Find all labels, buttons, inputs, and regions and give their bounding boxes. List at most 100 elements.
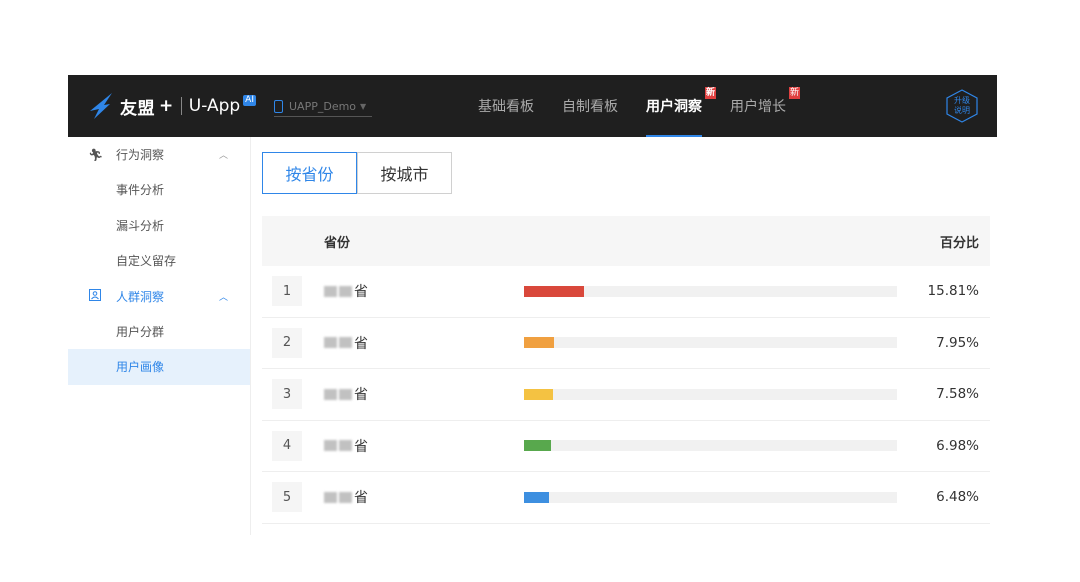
rank-badge: 1 xyxy=(272,276,302,307)
province-table: 省份 百分比 1 省 15.81% 2 省 7.95% 3 省 7.58% 4 省 6.98% 5 省 6.… xyxy=(262,216,990,524)
sidebar-group-label: 行为洞察 xyxy=(116,148,165,162)
person-card-icon xyxy=(88,288,102,304)
main-content: 按省份 按城市 省份 百分比 1 省 15.81% 2 省 7.95% 3 省 7.58% 4 省 6… xyxy=(262,137,997,535)
nav-label: 自制看板 xyxy=(562,99,618,115)
redacted-mark xyxy=(339,388,352,400)
sidebar-item-label: 用户画像 xyxy=(116,360,165,375)
top-nav: 基础看板 自制看板 用户洞察 新 用户增长 新 xyxy=(478,75,814,137)
redacted-mark xyxy=(324,491,337,503)
percent-bar-fill xyxy=(524,440,551,452)
nav-label: 用户增长 xyxy=(730,99,786,115)
sidebar-item-user-segments[interactable]: 用户分群 xyxy=(68,314,250,350)
table-row: 4 省 6.98% xyxy=(262,421,990,472)
percent-value: 6.48% xyxy=(936,489,979,506)
app-selector-value: UAPP_Demo xyxy=(289,100,357,113)
redacted-mark xyxy=(339,337,352,349)
percent-bar-fill xyxy=(524,337,555,349)
nav-label: 基础看板 xyxy=(478,99,534,115)
chevron-up-icon: ︿ xyxy=(218,151,228,161)
sidebar-group-behavior[interactable]: 🏃︎ 行为洞察 ︿ xyxy=(68,137,250,172)
sidebar-item-label: 自定义留存 xyxy=(116,254,177,269)
by-province-button[interactable]: 按省份 xyxy=(262,152,357,194)
sidebar-item-label: 漏斗分析 xyxy=(116,218,165,233)
redacted-mark xyxy=(324,440,337,452)
sidebar-item-funnel-analysis[interactable]: 漏斗分析 xyxy=(68,208,250,244)
sidebar: 🏃︎ 行为洞察 ︿ 事件分析 漏斗分析 自定义留存 人群洞察 ︿ 用户分群 用户… xyxy=(68,137,251,535)
province-cell: 省 xyxy=(324,487,368,507)
sidebar-item-label: 用户分群 xyxy=(116,324,165,339)
top-bar: 友盟 + U-App AI UAPP_Demo ▼ 基础看板 自制看板 用户洞察… xyxy=(68,75,997,137)
ai-badge: AI xyxy=(243,94,256,106)
table-row: 2 省 7.95% xyxy=(262,318,990,369)
province-cell: 省 xyxy=(324,281,368,301)
percent-value: 7.95% xyxy=(936,334,979,351)
rank-badge: 2 xyxy=(272,327,302,358)
table-row: 3 省 7.58% xyxy=(262,369,990,421)
province-suffix: 省 xyxy=(354,438,368,455)
region-toggle: 按省份 按城市 xyxy=(262,152,452,194)
running-icon: 🏃︎ xyxy=(88,147,104,162)
percent-value: 7.58% xyxy=(936,386,979,403)
redacted-mark xyxy=(324,285,337,297)
upgrade-line2: 说明 xyxy=(954,106,970,115)
chevron-up-icon: ︿ xyxy=(218,292,228,303)
rank-badge: 5 xyxy=(272,482,302,513)
sidebar-item-user-profile[interactable]: 用户画像 xyxy=(68,349,250,385)
province-cell: 省 xyxy=(324,333,368,353)
column-header-province: 省份 xyxy=(324,235,351,251)
province-suffix: 省 xyxy=(354,335,368,352)
sidebar-item-custom-retention[interactable]: 自定义留存 xyxy=(68,243,250,279)
umeng-logo-icon xyxy=(90,93,112,119)
table-row: 1 省 15.81% xyxy=(262,266,990,318)
brand-name: 友盟 xyxy=(120,98,155,119)
redacted-mark xyxy=(324,337,337,349)
upgrade-info-button[interactable]: 升级 说明 xyxy=(945,89,979,123)
percent-value: 15.81% xyxy=(927,283,979,300)
percent-bar-fill xyxy=(524,491,549,503)
nav-basic-dashboard[interactable]: 基础看板 xyxy=(478,75,534,137)
nav-label: 用户洞察 xyxy=(646,99,702,115)
percent-bar-track xyxy=(524,388,897,400)
new-badge: 新 xyxy=(788,87,800,99)
redacted-mark xyxy=(339,285,352,297)
new-badge: 新 xyxy=(704,87,716,99)
logo[interactable]: 友盟 + U-App AI xyxy=(88,75,256,137)
nav-user-insight[interactable]: 用户洞察 新 xyxy=(646,75,716,137)
phone-icon xyxy=(274,100,283,113)
sidebar-group-audience[interactable]: 人群洞察 ︿ xyxy=(68,279,250,314)
table-row: 5 省 6.48% xyxy=(262,472,990,524)
province-suffix: 省 xyxy=(354,284,368,301)
logo-divider xyxy=(180,97,182,115)
app-selector[interactable]: UAPP_Demo ▼ xyxy=(274,97,372,117)
sidebar-item-event-analysis[interactable]: 事件分析 xyxy=(68,172,250,208)
redacted-mark xyxy=(324,388,337,400)
rank-badge: 4 xyxy=(272,430,302,461)
by-city-button[interactable]: 按城市 xyxy=(357,152,452,194)
table-body: 1 省 15.81% 2 省 7.95% 3 省 7.58% 4 省 6.98% 5 省 6.48% xyxy=(262,266,990,524)
nav-user-growth[interactable]: 用户增长 新 xyxy=(730,75,800,137)
percent-bar-track xyxy=(524,337,897,349)
brand-plus: + xyxy=(159,96,174,116)
chevron-down-icon: ▼ xyxy=(360,102,367,111)
province-cell: 省 xyxy=(324,384,368,404)
percent-value: 6.98% xyxy=(936,437,979,454)
column-header-percent: 百分比 xyxy=(939,235,979,251)
percent-bar-fill xyxy=(524,388,553,400)
province-suffix: 省 xyxy=(354,387,368,404)
nav-custom-dashboard[interactable]: 自制看板 xyxy=(562,75,618,137)
percent-bar-track xyxy=(524,285,897,297)
app-window: 友盟 + U-App AI UAPP_Demo ▼ 基础看板 自制看板 用户洞察… xyxy=(68,75,997,535)
redacted-mark xyxy=(339,491,352,503)
province-cell: 省 xyxy=(324,436,368,456)
percent-bar-track xyxy=(524,491,897,503)
sidebar-group-label: 人群洞察 xyxy=(116,289,165,304)
table-header: 省份 百分比 xyxy=(262,216,990,266)
province-suffix: 省 xyxy=(354,490,368,507)
product-name: U-App xyxy=(188,96,241,116)
sidebar-item-label: 事件分析 xyxy=(116,183,165,198)
percent-bar-track xyxy=(524,440,897,452)
percent-bar-fill xyxy=(524,285,584,297)
rank-badge: 3 xyxy=(272,379,302,410)
upgrade-line1: 升级 xyxy=(954,96,970,105)
redacted-mark xyxy=(339,440,352,452)
